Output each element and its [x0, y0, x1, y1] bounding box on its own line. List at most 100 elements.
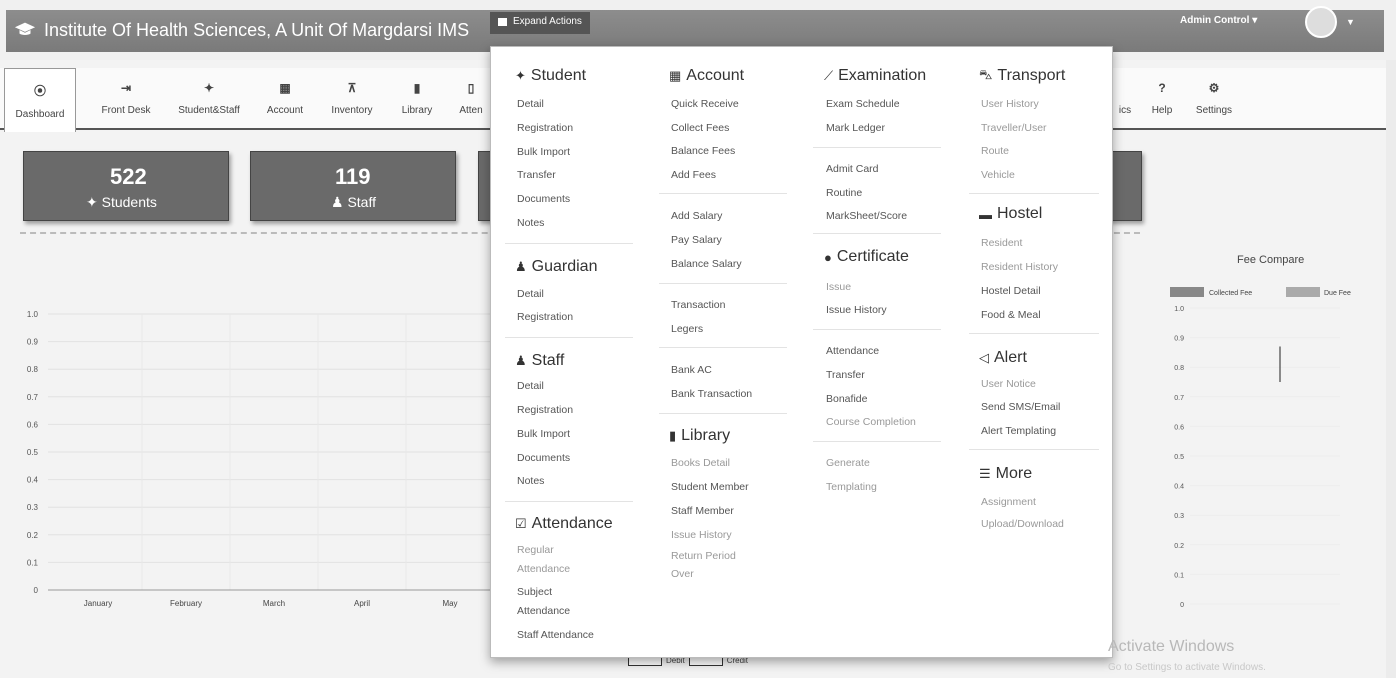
- menu-item[interactable]: Templating: [826, 481, 877, 494]
- menu-item[interactable]: Documents: [517, 452, 570, 465]
- menu-item[interactable]: Attendance: [826, 345, 879, 358]
- menu-item[interactable]: Assignment: [981, 496, 1036, 509]
- tab-settings[interactable]: ⚙ Settings: [1188, 68, 1240, 128]
- menu-item[interactable]: Route: [981, 145, 1009, 158]
- menu-item[interactable]: User Notice: [981, 378, 1036, 391]
- y-tick-label: 0.1: [27, 558, 39, 567]
- menu-item[interactable]: Legers: [671, 323, 703, 336]
- menu-item[interactable]: Collect Fees: [671, 122, 729, 135]
- menu-item[interactable]: Hostel Detail: [981, 285, 1041, 298]
- menu-item[interactable]: Attendance: [517, 563, 570, 576]
- y-tick-label: 0: [1180, 602, 1184, 609]
- chevron-down-icon[interactable]: ▼: [1346, 17, 1355, 27]
- menu-item[interactable]: Add Salary: [671, 210, 722, 223]
- x-tick-label: May: [442, 599, 457, 608]
- users-icon: ✦: [86, 194, 98, 210]
- fee-compare-title: Fee Compare: [1237, 254, 1305, 266]
- calendar-icon: ▯: [467, 80, 475, 95]
- tab-label: Inventory: [331, 104, 373, 116]
- tab-label: Library: [401, 104, 433, 116]
- menu-divider: [659, 193, 787, 194]
- menu-item[interactable]: User History: [981, 98, 1039, 111]
- menu-item[interactable]: Admit Card: [826, 163, 879, 176]
- menu-item[interactable]: Generate: [826, 457, 870, 470]
- staff-card[interactable]: 119 ♟ Staff: [250, 151, 456, 221]
- menu-item[interactable]: Notes: [517, 475, 544, 488]
- page-scrollbar[interactable]: [1386, 60, 1396, 678]
- menu-item[interactable]: Staff Attendance: [517, 629, 594, 642]
- menu-item[interactable]: Resident History: [981, 261, 1058, 274]
- menu-item[interactable]: Bulk Import: [517, 146, 570, 159]
- tab-inventory[interactable]: ⊼ Inventory: [318, 68, 386, 128]
- menu-item[interactable]: Transfer: [826, 369, 865, 382]
- tab-account[interactable]: ▦ Account: [256, 68, 314, 128]
- tab-label: Dashboard: [15, 108, 65, 120]
- admin-control-dropdown[interactable]: Admin Control ▾: [1180, 15, 1257, 26]
- tab-front-desk[interactable]: ⇥ Front Desk: [88, 68, 164, 128]
- tab-help[interactable]: ? Help: [1144, 68, 1180, 128]
- menu-item[interactable]: Course Completion: [826, 416, 916, 429]
- menu-item[interactable]: Transaction: [671, 299, 725, 312]
- tab-dashboard[interactable]: ⦿ Dashboard: [4, 68, 76, 132]
- menu-item[interactable]: Add Fees: [671, 169, 716, 182]
- menu-item[interactable]: Issue History: [826, 304, 887, 317]
- tab-student-staff[interactable]: ✦ Student&Staff: [166, 68, 252, 128]
- menu-item[interactable]: Student Member: [671, 481, 749, 494]
- menu-divider: [813, 147, 941, 148]
- menu-item[interactable]: MarkSheet/Score: [826, 210, 907, 223]
- menu-item[interactable]: Registration: [517, 311, 573, 324]
- dashboard-icon: ⦿: [33, 83, 46, 98]
- menu-item[interactable]: Exam Schedule: [826, 98, 900, 111]
- user-icon: ♟: [331, 194, 344, 210]
- menu-item[interactable]: Send SMS/Email: [981, 401, 1060, 414]
- menu-item[interactable]: Detail: [517, 288, 544, 301]
- menu-item[interactable]: Transfer: [517, 169, 556, 182]
- tab-attendance[interactable]: ▯ Atten: [452, 68, 490, 128]
- income-expense-chart: 0 0.1 0.2 0.3 0.4 0.5 0.6 0.7 0.8 0.9 1.0 January Fe…: [27, 310, 495, 608]
- menu-item[interactable]: Food & Meal: [981, 309, 1041, 322]
- expand-actions-menu: ✦ Student Detail Registration Bulk Import…: [490, 46, 1113, 658]
- menu-item[interactable]: Pay Salary: [671, 234, 722, 247]
- menu-item[interactable]: Alert Templating: [981, 425, 1056, 438]
- y-tick-label: 0.2: [27, 531, 39, 540]
- menu-item[interactable]: Bulk Import: [517, 428, 570, 441]
- menu-item[interactable]: Registration: [517, 122, 573, 135]
- menu-item[interactable]: Detail: [517, 98, 544, 111]
- calculator-icon: ▦: [279, 80, 291, 95]
- brand[interactable]: Institute Of Health Sciences, A Unit Of …: [14, 19, 469, 41]
- card-partial-right[interactable]: [1108, 151, 1142, 221]
- menu-item[interactable]: Mark Ledger: [826, 122, 885, 135]
- menu-item[interactable]: Attendance: [517, 605, 570, 618]
- menu-item[interactable]: Routine: [826, 187, 862, 200]
- expand-actions-button[interactable]: Expand Actions: [490, 12, 590, 34]
- menu-item[interactable]: Books Detail: [671, 457, 730, 470]
- menu-item[interactable]: Bank Transaction: [671, 388, 752, 401]
- menu-item[interactable]: Vehicle: [981, 169, 1015, 182]
- menu-item[interactable]: Issue History: [671, 529, 732, 542]
- menu-item[interactable]: Return Period: [671, 550, 736, 563]
- menu-item[interactable]: Quick Receive: [671, 98, 739, 111]
- menu-item[interactable]: Balance Salary: [671, 258, 742, 271]
- students-card[interactable]: 522 ✦ Students: [23, 151, 229, 221]
- expand-actions-label: Expand Actions: [513, 16, 582, 27]
- menu-item[interactable]: Upload/Download: [981, 518, 1064, 531]
- menu-item[interactable]: Documents: [517, 193, 570, 206]
- menu-item[interactable]: Regular: [517, 544, 554, 557]
- tab-library[interactable]: ▮ Library: [392, 68, 442, 128]
- avatar[interactable]: [1305, 6, 1337, 38]
- menu-item[interactable]: Staff Member: [671, 505, 734, 518]
- tab-statistics[interactable]: ics: [1114, 68, 1136, 128]
- menu-item[interactable]: Traveller/User: [981, 122, 1047, 135]
- menu-item[interactable]: Subject: [517, 586, 552, 599]
- menu-item[interactable]: Balance Fees: [671, 145, 735, 158]
- menu-item[interactable]: Issue: [826, 281, 851, 294]
- menu-item[interactable]: Resident: [981, 237, 1022, 250]
- y-tick-label: 0.7: [27, 393, 39, 402]
- menu-item[interactable]: Bonafide: [826, 393, 867, 406]
- menu-item[interactable]: Over: [671, 568, 694, 581]
- menu-item[interactable]: Detail: [517, 380, 544, 393]
- menu-item[interactable]: Bank AC: [671, 364, 712, 377]
- menu-item[interactable]: Notes: [517, 217, 544, 230]
- users-icon: ✦: [203, 80, 215, 95]
- menu-item[interactable]: Registration: [517, 404, 573, 417]
